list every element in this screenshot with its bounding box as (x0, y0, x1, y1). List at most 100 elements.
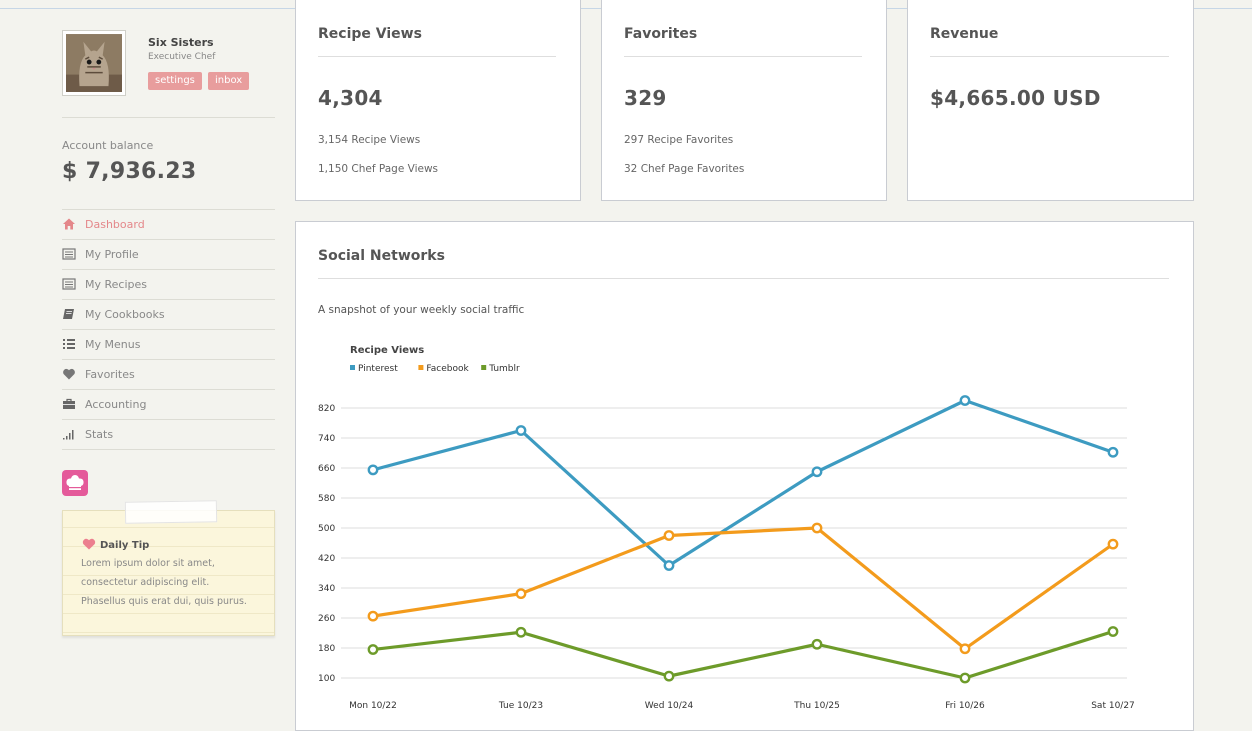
nav-label: My Menus (85, 338, 141, 351)
revenue-card: Revenue $4,665.00 USD (907, 0, 1194, 201)
data-point-facebook (663, 530, 675, 541)
data-point-pinterest (515, 425, 527, 436)
card-title: Favorites (624, 26, 698, 42)
data-point-pinterest (663, 560, 675, 571)
y-tick-label: 340 (318, 584, 335, 594)
data-point-pinterest (811, 466, 823, 478)
data-point-facebook (811, 522, 823, 534)
nav-item-accounting[interactable]: Accounting (62, 390, 275, 420)
settings-button[interactable]: settings (148, 72, 202, 90)
legend-label: Pinterest (358, 364, 398, 374)
recipe-views-card: Recipe Views 4,304 3,154 Recipe Views 1,… (295, 0, 581, 201)
card-detail: 1,150 Chef Page Views (318, 163, 439, 175)
card-rule (624, 56, 862, 57)
sidebar-nav: Dashboard My Profile My Recipes My Cookb… (62, 209, 275, 450)
data-point-tumblr (515, 626, 527, 638)
series-line-pinterest (372, 398, 1114, 568)
nav-label: Dashboard (85, 218, 145, 231)
data-point-facebook (959, 643, 971, 655)
balance-value: $ 7,936.23 (62, 159, 197, 184)
heart-icon (82, 538, 96, 550)
menu-icon (63, 339, 75, 349)
x-tick-label: Mon 10/22 (349, 701, 397, 711)
legend-label: Tumblr (488, 364, 520, 374)
line-chart: Recipe Views Pinterest Facebook Tumblr 100 18… (318, 345, 1135, 711)
data-point-tumblr (367, 644, 379, 655)
nav-label: My Cookbooks (85, 308, 165, 321)
card-total: $4,665.00 USD (930, 86, 1101, 110)
nav-item-my-recipes[interactable]: My Recipes (62, 270, 275, 300)
data-point-facebook (515, 588, 527, 600)
data-point-tumblr (811, 638, 823, 650)
nav-item-my-profile[interactable]: My Profile (62, 240, 275, 270)
nav-item-dashboard[interactable]: Dashboard (62, 209, 275, 240)
tape (124, 500, 218, 524)
nav-item-my-cookbooks[interactable]: My Cookbooks (62, 300, 275, 330)
x-tick-label: Fri 10/26 (945, 701, 985, 711)
chef-hat-glyph (66, 475, 84, 490)
y-tick-label: 180 (318, 644, 335, 654)
card-detail: 297 Recipe Favorites (624, 134, 734, 146)
data-point-pinterest (367, 464, 379, 476)
nav-item-stats[interactable]: Stats (62, 420, 275, 450)
data-point-pinterest (959, 395, 971, 406)
chart-title: Recipe Views (350, 345, 424, 356)
daily-tip-note: Daily Tip Lorem ipsum dolor sit amet, co… (62, 500, 275, 636)
bars-icon (63, 430, 74, 440)
tip-line: Phasellus quis erat dui, quis purus. (81, 596, 247, 607)
data-point-tumblr (663, 670, 675, 682)
y-tick-label: 580 (318, 494, 335, 504)
user-role: Executive Chef (148, 52, 216, 62)
legend-label: Facebook (426, 364, 469, 374)
nav-label: My Profile (85, 248, 139, 261)
legend-swatch (418, 365, 424, 370)
briefcase-icon (63, 398, 75, 409)
nav-label: My Recipes (85, 278, 147, 291)
data-point-facebook (367, 610, 379, 622)
tip-title: Daily Tip (100, 540, 150, 551)
card-detail: 3,154 Recipe Views (318, 134, 421, 146)
y-tick-label: 500 (318, 524, 335, 534)
user-name: Six Sisters (148, 36, 214, 49)
data-point-pinterest (1107, 446, 1119, 458)
y-tick-label: 100 (318, 674, 335, 684)
card-rule (318, 56, 556, 57)
inbox-button[interactable]: inbox (208, 72, 250, 90)
y-tick-label: 740 (318, 434, 335, 444)
y-tick-label: 420 (318, 554, 335, 564)
y-tick-label: 260 (318, 614, 335, 624)
card-rule (930, 56, 1169, 57)
nav-item-my-menus[interactable]: My Menus (62, 330, 275, 360)
card-total: 329 (624, 86, 667, 110)
heart-icon (63, 368, 75, 380)
y-tick-label: 820 (318, 404, 335, 414)
data-point-tumblr (959, 672, 971, 684)
balance-label: Account balance (62, 139, 154, 152)
y-tick-label: 660 (318, 464, 335, 474)
social-networks-card: Social Networks A snapshot of your weekl… (295, 221, 1194, 731)
x-tick-label: Tue 10/23 (498, 701, 543, 711)
x-tick-label: Sat 10/27 (1091, 701, 1135, 711)
legend-swatch (481, 365, 487, 370)
chef-hat-icon[interactable] (62, 470, 88, 496)
home-icon (63, 218, 75, 230)
nav-label: Stats (85, 428, 114, 441)
card-detail: 32 Chef Page Favorites (624, 163, 745, 175)
list-icon (62, 248, 76, 260)
data-point-tumblr (1107, 626, 1119, 637)
card-title: Revenue (930, 26, 999, 42)
tip-line: Lorem ipsum dolor sit amet, (81, 558, 215, 569)
nav-label: Accounting (85, 398, 147, 411)
x-tick-label: Wed 10/24 (645, 701, 694, 711)
cat-photo (66, 34, 122, 92)
nav-item-favorites[interactable]: Favorites (62, 360, 275, 390)
tip-line: consectetur adipiscing elit. (81, 577, 210, 588)
nav-label: Favorites (85, 368, 135, 381)
legend-swatch (350, 365, 355, 370)
card-title: Recipe Views (318, 26, 422, 42)
divider (62, 117, 275, 118)
x-tick-label: Thu 10/25 (793, 701, 840, 711)
book-icon (63, 309, 74, 319)
list-icon (62, 278, 76, 290)
avatar[interactable] (62, 30, 126, 96)
